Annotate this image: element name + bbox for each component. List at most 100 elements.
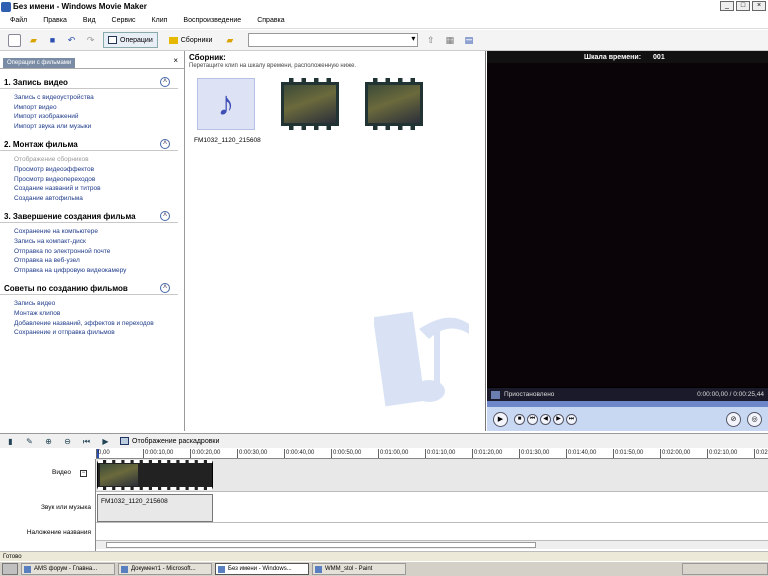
task-link[interactable]: Монтаж клипов bbox=[14, 309, 184, 319]
new-project-icon[interactable] bbox=[8, 33, 21, 47]
playback-time: 0:00:00,00 / 0:00:25,44 bbox=[697, 391, 764, 398]
monitor-icon bbox=[491, 390, 500, 399]
task-link[interactable]: Запись на компакт-диск bbox=[14, 237, 184, 247]
task-link[interactable]: Отправка на веб-узел bbox=[14, 256, 184, 266]
ruler-tick-label: 0:00:10,00 bbox=[143, 449, 173, 458]
minimize-icon[interactable]: _ bbox=[720, 1, 734, 11]
taskbar-item[interactable]: WMM_stol - Paint bbox=[312, 563, 406, 575]
audio-track[interactable]: FM1032_1120_215608 bbox=[96, 493, 768, 523]
menu-clip[interactable]: Клип bbox=[152, 17, 168, 24]
section-header[interactable]: 2. Монтаж фильма ˄ bbox=[0, 138, 178, 152]
section-capture: 1. Запись видео ˄ Запись с видеоустройст… bbox=[0, 76, 184, 131]
task-link[interactable]: Создание автофильма bbox=[14, 194, 184, 204]
menu-bar: Файл Правка Вид Сервис Клип Воспроизведе… bbox=[0, 13, 768, 29]
views-icon[interactable]: ▤ bbox=[462, 34, 475, 47]
section-header[interactable]: 3. Завершение создания фильма ˄ bbox=[0, 210, 178, 224]
task-link[interactable]: Просмотр видеоэффектов bbox=[14, 165, 184, 175]
collapse-icon[interactable]: ˄ bbox=[160, 283, 170, 294]
task-link[interactable]: Отправка по электронной почте bbox=[14, 247, 184, 257]
task-link[interactable]: Просмотр видеопереходов bbox=[14, 175, 184, 185]
task-link[interactable]: Сохранение на компьютере bbox=[14, 227, 184, 237]
forward-icon[interactable]: ▶ bbox=[553, 413, 564, 425]
ruler-tick-label: 0:01:10,00 bbox=[425, 449, 455, 458]
previous-frame-icon[interactable]: ⏮ bbox=[527, 413, 538, 425]
open-project-icon[interactable]: ▰ bbox=[27, 34, 40, 47]
section-title: 3. Завершение создания фильма bbox=[4, 211, 136, 221]
collection-pane: Сборник: Перетащите клип на шкалу времен… bbox=[186, 51, 486, 431]
collections-label: Сборники bbox=[180, 36, 213, 44]
preview-header-label: Шкала времени: bbox=[584, 53, 642, 61]
task-link[interactable]: Импорт видео bbox=[14, 103, 184, 113]
storyboard-label: Отображение раскадровки bbox=[132, 437, 220, 445]
play-icon[interactable]: ▶ bbox=[493, 411, 508, 427]
track-labels: Видео − Звук или музыка Наложение назван… bbox=[0, 459, 96, 551]
zoom-in-icon[interactable]: ⊕ bbox=[44, 437, 53, 446]
ruler-tick-label: 0:02:10,00 bbox=[707, 449, 737, 458]
rewind-timeline-icon[interactable]: ⏮ bbox=[82, 437, 91, 446]
collection-dropdown[interactable] bbox=[248, 33, 419, 47]
taskbar-item-active[interactable]: Без имени - Windows... bbox=[215, 563, 309, 575]
operations-button[interactable]: Операции bbox=[103, 32, 158, 48]
section-header[interactable]: 1. Запись видео ˄ bbox=[0, 76, 178, 89]
taskbar-item[interactable]: Документ1 - Microsoft... bbox=[118, 563, 212, 575]
menu-edit[interactable]: Правка bbox=[43, 17, 67, 24]
video-track[interactable] bbox=[96, 459, 768, 492]
video-clip-tile[interactable] bbox=[365, 78, 423, 130]
snapshot-icon[interactable]: ◎ bbox=[747, 411, 762, 427]
taskbar-item[interactable]: AMS форум - Главна... bbox=[21, 563, 115, 575]
split-clip-icon[interactable]: ⊘ bbox=[726, 411, 741, 427]
menu-view[interactable]: Вид bbox=[83, 17, 96, 24]
new-collection-icon[interactable]: ▦ bbox=[443, 34, 456, 47]
collapse-icon[interactable]: ˄ bbox=[160, 139, 170, 150]
video-clip-tile[interactable] bbox=[281, 78, 339, 130]
start-button[interactable] bbox=[2, 563, 18, 575]
collapse-icon[interactable]: ˄ bbox=[160, 77, 170, 87]
timeline-horizontal-scrollbar[interactable] bbox=[96, 540, 768, 549]
timeline-audio-clip[interactable]: FM1032_1120_215608 bbox=[97, 494, 213, 522]
collection-folder-icon: ▰ bbox=[226, 34, 234, 45]
save-project-icon[interactable]: ■ bbox=[46, 34, 59, 47]
expand-track-icon[interactable]: − bbox=[80, 470, 87, 477]
ruler-tick-label: 0:01:50,00 bbox=[613, 449, 643, 458]
menu-play[interactable]: Воспроизведение bbox=[183, 17, 241, 24]
show-storyboard-button[interactable]: Отображение раскадровки bbox=[120, 437, 219, 445]
task-link[interactable]: Запись видео bbox=[14, 299, 184, 309]
zoom-out-icon[interactable]: ⊖ bbox=[63, 437, 72, 446]
task-link[interactable]: Запись с видеоустройства bbox=[14, 93, 184, 103]
rewind-icon[interactable]: ◀ bbox=[540, 413, 551, 425]
task-link[interactable]: Импорт изображений bbox=[14, 112, 184, 122]
menu-file[interactable]: Файл bbox=[10, 17, 27, 24]
video-thumbnail bbox=[368, 85, 420, 123]
preview-monitor: Шкала времени: 001 Приостановлено 0:00:0… bbox=[487, 51, 768, 431]
narrate-microphone-icon[interactable]: ✎ bbox=[25, 437, 34, 446]
collapse-icon[interactable]: ˄ bbox=[160, 211, 170, 222]
stop-icon[interactable]: ■ bbox=[514, 413, 525, 425]
section-header[interactable]: Советы по созданию фильмов ˄ bbox=[0, 282, 178, 296]
redo-icon[interactable]: ↷ bbox=[84, 34, 97, 47]
task-link[interactable]: Импорт звука или музыки bbox=[14, 122, 184, 132]
menu-help[interactable]: Справка bbox=[257, 17, 284, 24]
play-timeline-icon[interactable]: ▶ bbox=[101, 437, 110, 446]
timeline-video-clip[interactable] bbox=[97, 460, 213, 490]
playback-controls: ▶ ■ ⏮ ◀ ▶ ⏭ ⊘ ◎ bbox=[487, 407, 768, 431]
collections-button[interactable]: Сборники bbox=[164, 32, 218, 48]
task-link[interactable]: Сохранение и отправка фильмов bbox=[14, 328, 184, 338]
maximize-icon[interactable]: □ bbox=[736, 1, 750, 11]
up-folder-icon[interactable]: ⇧ bbox=[424, 34, 437, 47]
storyboard-icon bbox=[120, 437, 129, 445]
title-overlay-track[interactable] bbox=[96, 524, 768, 540]
video-thumbnail bbox=[284, 85, 336, 123]
close-pane-icon[interactable]: × bbox=[173, 56, 178, 65]
menu-tools[interactable]: Сервис bbox=[112, 17, 136, 24]
audio-clip-tile[interactable]: ♪ bbox=[197, 78, 255, 130]
undo-icon[interactable]: ↶ bbox=[65, 34, 78, 47]
timeline-ruler[interactable]: 0,00 0:00:10,00 0:00:20,00 0:00:30,00 0:00:4… bbox=[96, 449, 768, 459]
close-icon[interactable]: × bbox=[752, 1, 766, 11]
task-link[interactable]: Создание названий и титров bbox=[14, 184, 184, 194]
scrollbar-thumb[interactable] bbox=[106, 542, 536, 548]
task-pane-header: Операции с фильмами × bbox=[0, 51, 184, 69]
task-link[interactable]: Добавление названий, эффектов и переходо… bbox=[14, 319, 184, 329]
next-frame-icon[interactable]: ⏭ bbox=[566, 413, 577, 425]
task-link[interactable]: Отправка на цифровую видеокамеру bbox=[14, 266, 184, 276]
set-audio-levels-icon[interactable]: ▮ bbox=[6, 437, 15, 446]
